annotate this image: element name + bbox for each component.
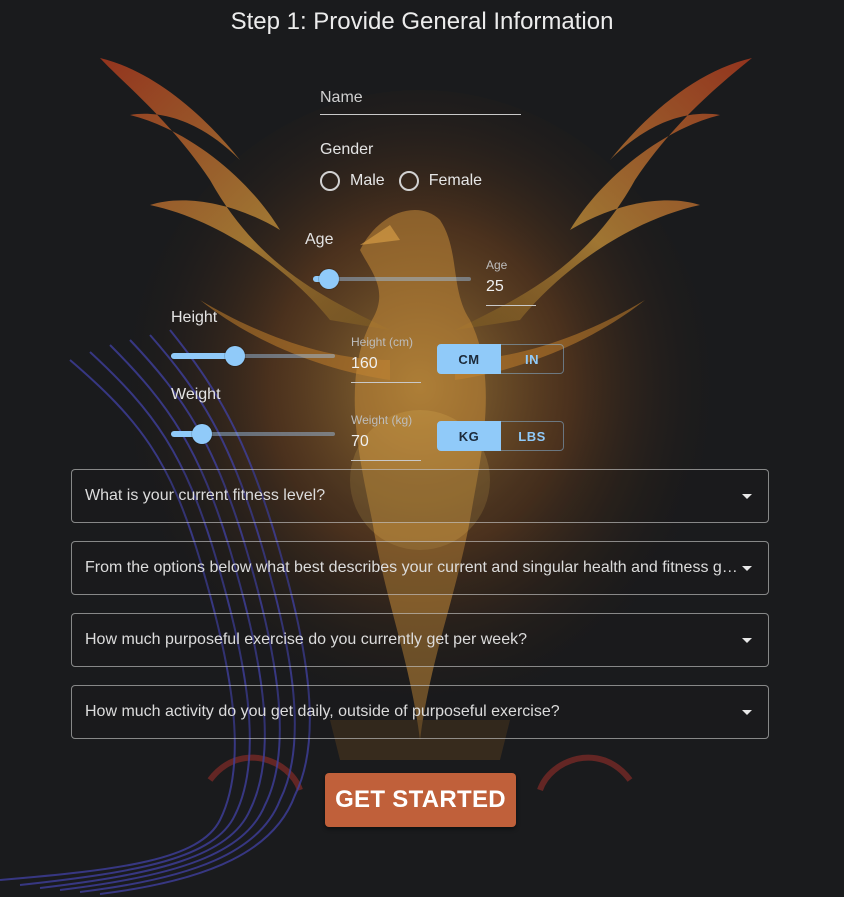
weekly-exercise-select-label: How much purposeful exercise do you curr… [85, 631, 527, 648]
age-slider[interactable] [313, 269, 471, 289]
daily-activity-select-label: How much activity do you get daily, outs… [85, 703, 560, 720]
page-title: Step 1: Provide General Information [230, 8, 614, 35]
height-unit-in-button[interactable]: IN [500, 344, 564, 374]
weight-field-value[interactable]: 70 [351, 433, 421, 451]
radio-female-label: Female [428, 172, 483, 189]
age-label: Age [305, 231, 334, 248]
age-field-label: Age [486, 258, 508, 272]
height-slider[interactable] [171, 346, 335, 366]
name-field[interactable] [320, 84, 521, 115]
weight-unit-lbs-button[interactable]: LBS [500, 421, 564, 451]
dropdown-arrow-icon [742, 637, 752, 643]
dropdown-arrow-icon [742, 709, 752, 715]
height-field[interactable]: Height (cm) 160 [351, 335, 421, 383]
weight-field[interactable]: Weight (kg) 70 [351, 413, 421, 461]
weight-unit-kg-button[interactable]: KG [437, 421, 501, 451]
age-field-value[interactable]: 25 [486, 278, 536, 296]
height-field-value[interactable]: 160 [351, 355, 421, 373]
weight-slider[interactable] [171, 424, 335, 444]
weight-field-label: Weight (kg) [351, 413, 413, 427]
daily-activity-select[interactable]: How much activity do you get daily, outs… [71, 685, 769, 739]
name-input[interactable] [320, 84, 521, 112]
weight-label: Weight [171, 386, 221, 403]
age-field[interactable]: Age 25 [486, 258, 536, 306]
radio-male-label: Male [350, 172, 385, 189]
weekly-exercise-select[interactable]: How much purposeful exercise do you curr… [71, 613, 769, 667]
dropdown-arrow-icon [742, 565, 752, 571]
gender-option-female[interactable]: Female [398, 171, 483, 191]
height-unit-toggle: CM IN [437, 344, 564, 374]
dropdown-arrow-icon [742, 493, 752, 499]
height-unit-cm-button[interactable]: CM [437, 344, 501, 374]
radio-male[interactable] [320, 171, 340, 191]
get-started-button[interactable]: GET STARTED [325, 773, 516, 827]
phoenix-background-image [0, 58, 752, 895]
age-slider-thumb[interactable] [318, 269, 339, 289]
gender-radio-group: Male Female [320, 171, 496, 191]
gender-option-male[interactable]: Male [320, 171, 385, 191]
health-goal-select-label: From the options below what best describ… [85, 559, 742, 576]
height-slider-thumb[interactable] [224, 346, 245, 366]
height-field-label: Height (cm) [351, 335, 414, 349]
gender-label: Gender [320, 141, 374, 158]
fitness-level-select-label: What is your current fitness level? [85, 487, 326, 504]
fitness-level-select[interactable]: What is your current fitness level? [71, 469, 769, 523]
weight-unit-toggle: KG LBS [437, 421, 564, 451]
health-goal-select[interactable]: From the options below what best describ… [71, 541, 769, 595]
weight-slider-thumb[interactable] [192, 424, 213, 444]
radio-female[interactable] [398, 171, 419, 191]
height-label: Height [171, 309, 218, 326]
